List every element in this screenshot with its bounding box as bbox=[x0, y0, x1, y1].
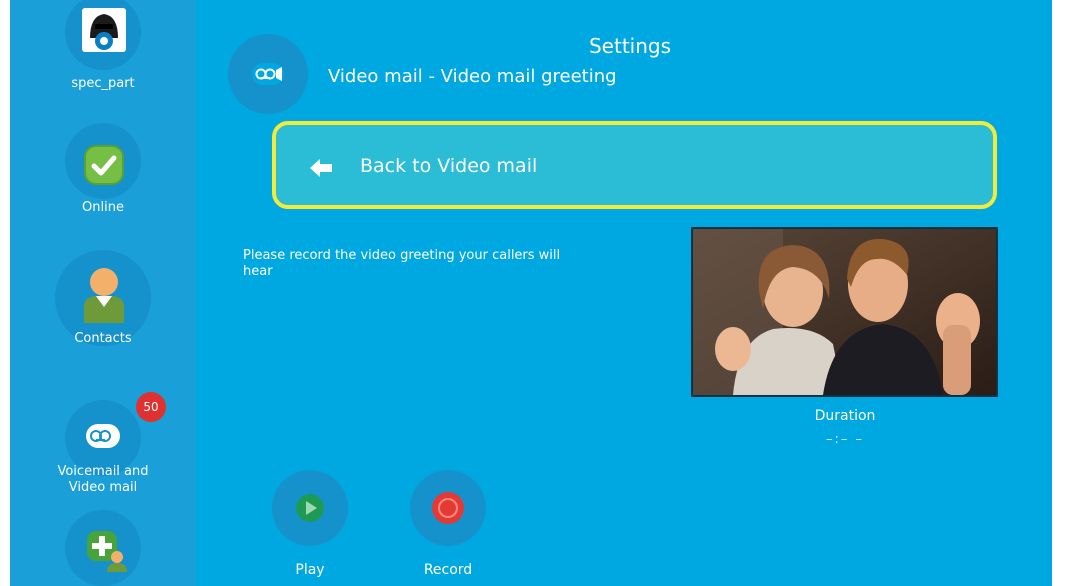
sidebar-item-label: Online bbox=[82, 200, 124, 215]
sidebar-item-contacts[interactable]: Contacts bbox=[38, 245, 168, 355]
add-contact-icon bbox=[86, 530, 128, 572]
record-button[interactable] bbox=[410, 470, 486, 546]
duration-value: –:– – bbox=[825, 432, 864, 447]
record-icon bbox=[432, 492, 464, 524]
back-to-video-mail-button[interactable]: Back to Video mail bbox=[272, 121, 997, 209]
sidebar-item-label: spec_part bbox=[71, 76, 135, 91]
record-label: Record bbox=[423, 562, 473, 578]
video-mail-icon bbox=[86, 424, 120, 448]
play-icon bbox=[296, 494, 324, 522]
video-mail-icon bbox=[252, 63, 284, 85]
sidebar-item-label: Voicemail and Video mail bbox=[57, 464, 149, 495]
sidebar-item-add-contact[interactable] bbox=[38, 510, 168, 586]
page-subtitle: Video mail - Video mail greeting bbox=[328, 66, 617, 87]
contacts-person-icon bbox=[80, 265, 128, 323]
play-label: Play bbox=[295, 562, 325, 578]
sidebar-item-profile[interactable]: spec_part bbox=[38, 0, 168, 110]
sidebar-item-label: Contacts bbox=[74, 331, 132, 346]
play-button[interactable] bbox=[272, 470, 348, 546]
user-avatar-icon bbox=[82, 8, 126, 52]
page-title: Settings bbox=[588, 34, 672, 58]
tv-app-screen: spec_part Online Contacts 50 Voicemail a… bbox=[10, 0, 1052, 586]
sidebar-item-voicemail[interactable]: 50 Voicemail and Video mail bbox=[38, 392, 168, 512]
back-button-label: Back to Video mail bbox=[360, 155, 538, 177]
instructions-text: Please record the video greeting your ca… bbox=[243, 248, 561, 279]
sidebar-item-online[interactable]: Online bbox=[38, 120, 168, 230]
duration-label: Duration bbox=[814, 408, 876, 424]
sidebar: spec_part Online Contacts 50 Voicemail a… bbox=[10, 0, 196, 586]
online-check-icon bbox=[84, 145, 124, 185]
video-preview bbox=[691, 227, 998, 397]
back-arrow-icon bbox=[310, 159, 332, 177]
notification-badge: 50 bbox=[136, 392, 166, 422]
